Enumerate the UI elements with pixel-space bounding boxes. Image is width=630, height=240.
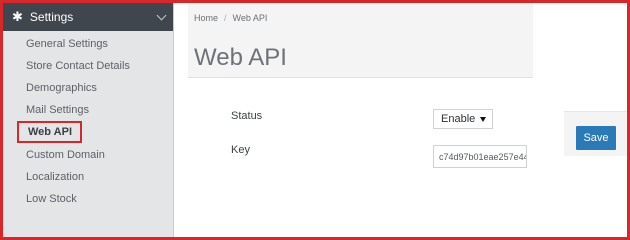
sidebar-item-demographics[interactable]: Demographics (26, 81, 97, 95)
api-key-field[interactable]: c74d97b01eae257e44a (433, 145, 527, 168)
status-select-value: Enable (441, 113, 476, 125)
sidebar-item-mail-settings[interactable]: Mail Settings (26, 103, 89, 117)
sidebar-item-general-settings[interactable]: General Settings (26, 37, 108, 51)
api-key-value: c74d97b01eae257e44a (439, 151, 527, 162)
status-label: Status (231, 110, 263, 122)
sidebar-header-label: Settings (29, 10, 74, 24)
chevron-down-icon[interactable] (156, 10, 167, 20)
sidebar-item-store-contact-details[interactable]: Store Contact Details (26, 59, 130, 73)
breadcrumb-separator: / (224, 13, 227, 23)
caret-down-icon (480, 117, 486, 122)
gear-icon: ✱ (12, 9, 23, 24)
key-label: Key (231, 144, 250, 156)
sidebar-item-web-api[interactable]: Web API (17, 121, 83, 143)
sidebar-item-low-stock[interactable]: Low Stock (26, 192, 77, 206)
page-header: Home / Web API Web API (188, 3, 533, 77)
status-select[interactable]: Enable (433, 109, 493, 129)
breadcrumb-current: Web API (232, 13, 268, 23)
sidebar-item-localization[interactable]: Localization (26, 170, 84, 184)
save-button[interactable]: Save (576, 126, 616, 150)
breadcrumb: Home / Web API (194, 13, 267, 23)
sidebar-header-settings[interactable]: ✱ Settings (3, 3, 173, 31)
page-title: Web API (194, 44, 287, 71)
sidebar-item-custom-domain[interactable]: Custom Domain (26, 148, 105, 162)
header-divider (188, 77, 533, 78)
breadcrumb-home-link[interactable]: Home (194, 13, 218, 23)
